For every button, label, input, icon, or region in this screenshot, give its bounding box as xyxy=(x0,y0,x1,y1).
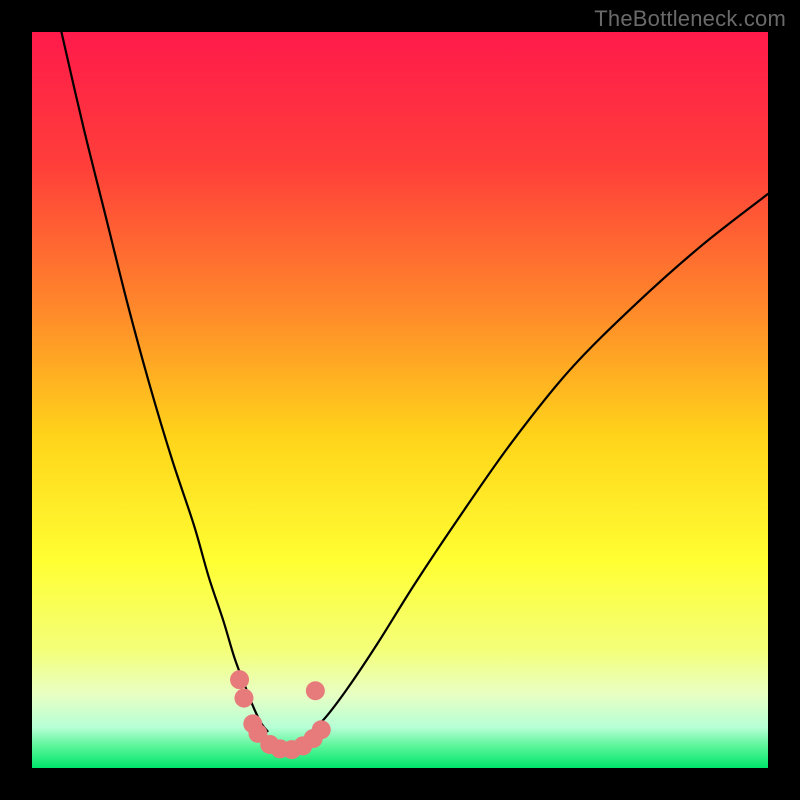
plot-area xyxy=(32,32,768,768)
marker-group xyxy=(230,670,331,759)
curve-left xyxy=(61,32,267,731)
marker-dot xyxy=(230,670,249,689)
curve-right xyxy=(312,194,768,731)
marker-dot xyxy=(234,689,253,708)
marker-dot xyxy=(312,720,331,739)
marker-dot xyxy=(306,681,325,700)
watermark-text: TheBottleneck.com xyxy=(594,6,786,32)
curve-layer xyxy=(32,32,768,768)
chart-frame: TheBottleneck.com xyxy=(0,0,800,800)
